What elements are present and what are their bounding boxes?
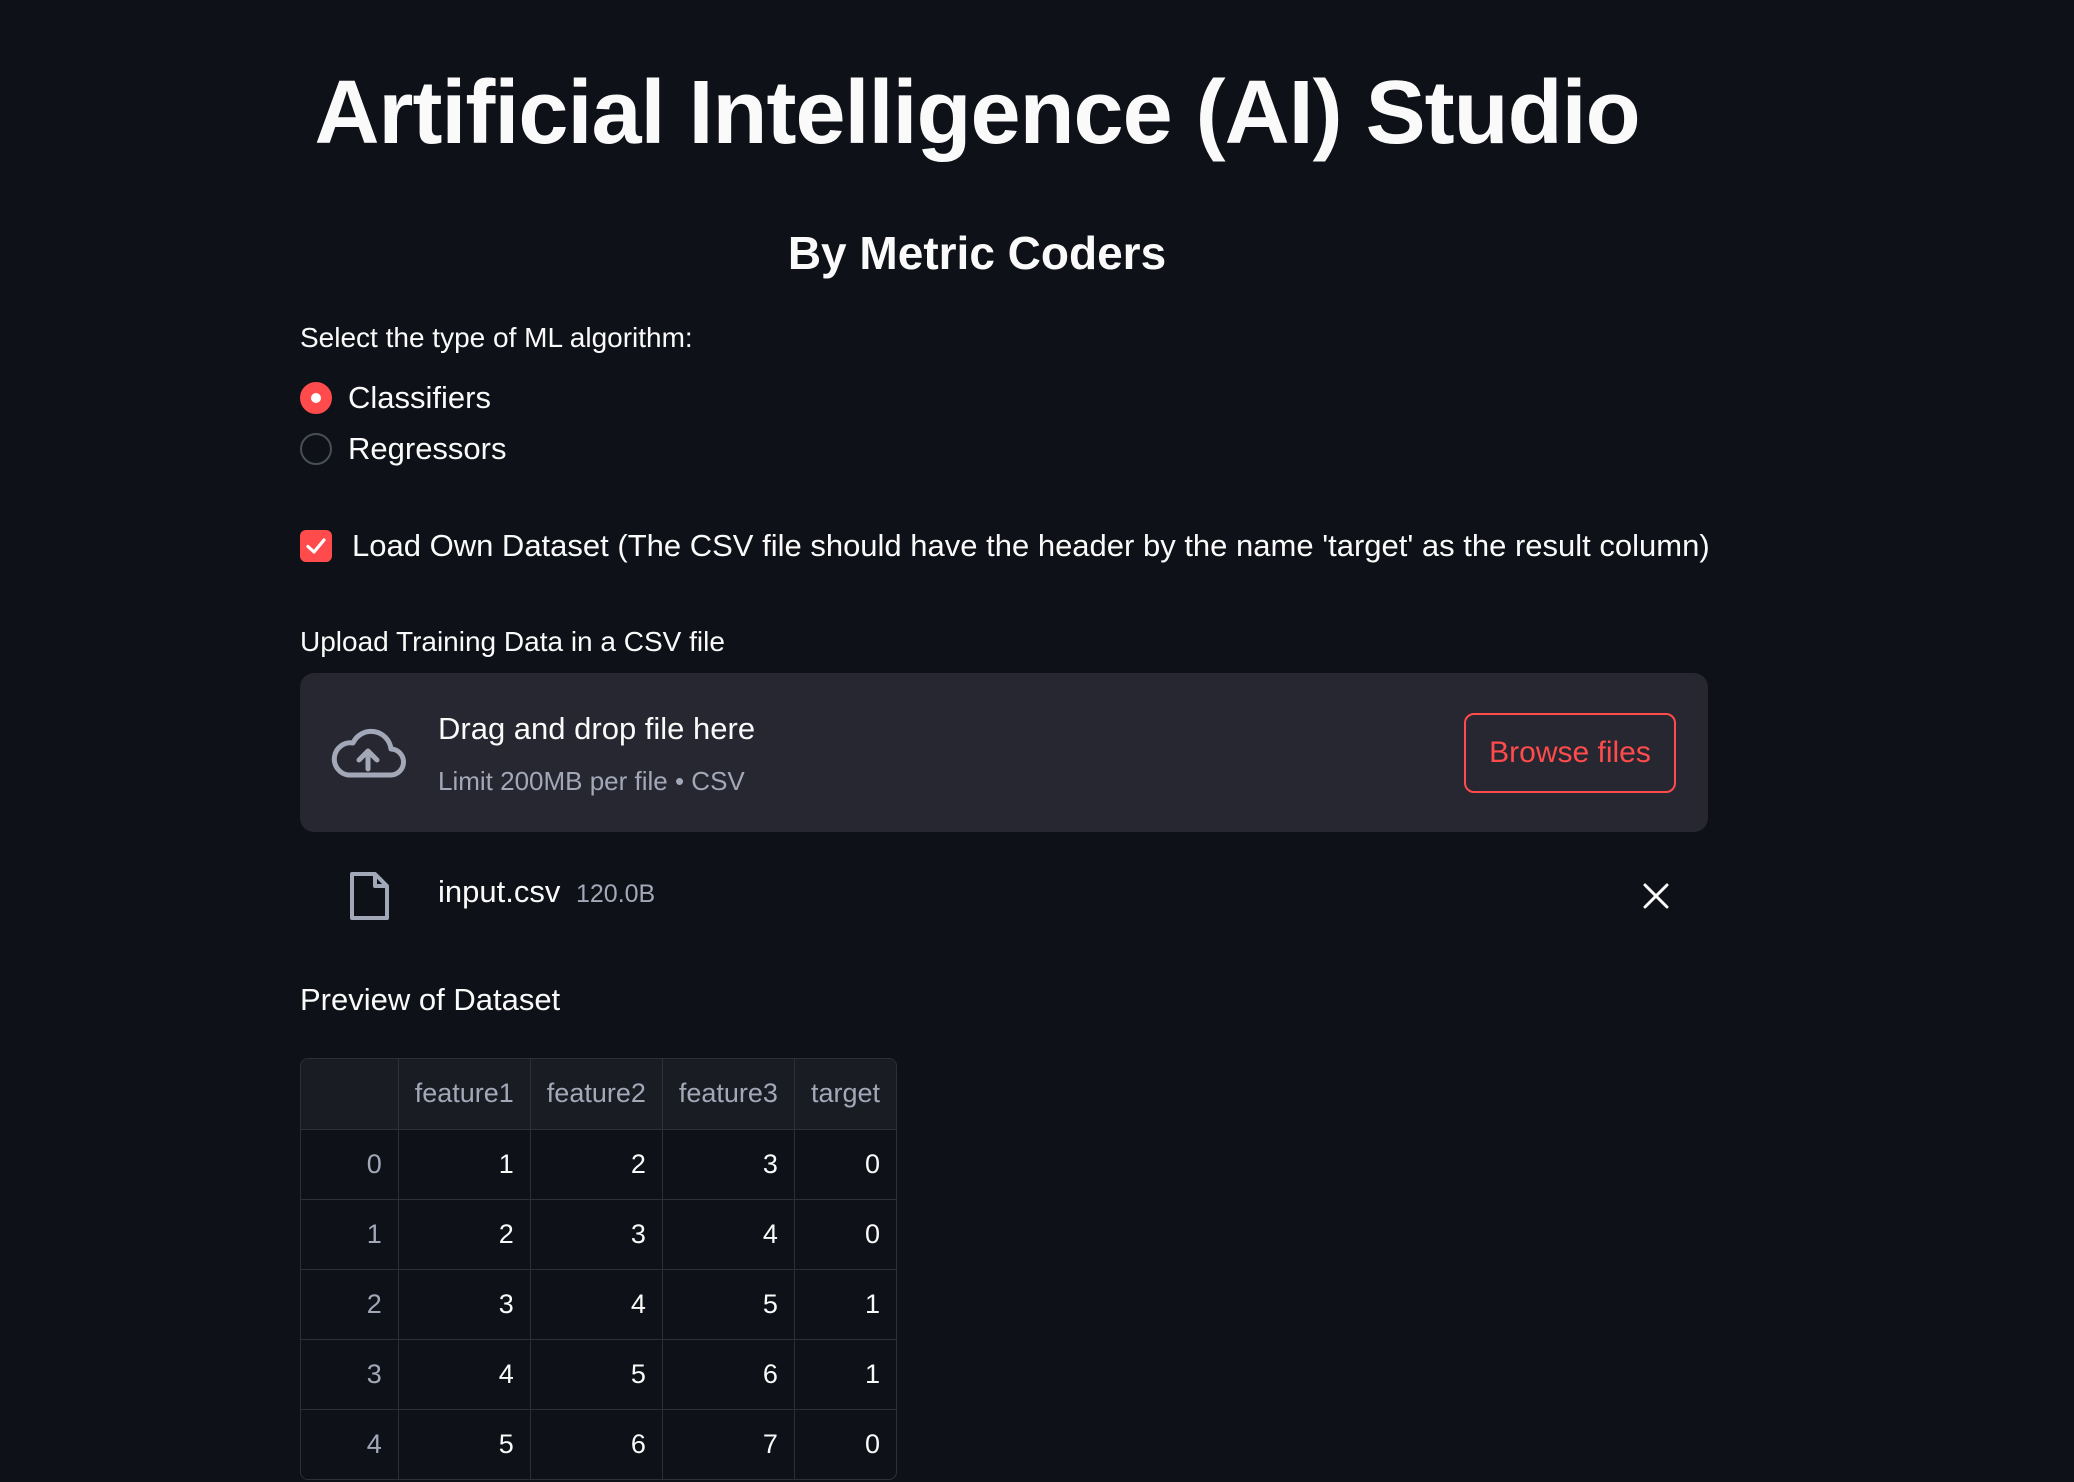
- uploaded-file-size: 120.0B: [576, 880, 656, 908]
- dropzone-limit-text: Limit 200MB per file • CSV: [438, 766, 745, 796]
- table-cell[interactable]: 4: [661, 1198, 795, 1270]
- row-index: 3: [301, 1338, 399, 1410]
- uploaded-file-name: input.csv: [438, 874, 561, 909]
- table-header-row: feature1 feature2 feature3 target: [301, 1059, 896, 1130]
- preview-title: Preview of Dataset: [300, 982, 561, 1017]
- browse-files-button[interactable]: Browse files: [1464, 713, 1676, 793]
- table-cell[interactable]: 4: [397, 1338, 531, 1410]
- table-row: 4 5 6 7 0: [301, 1408, 896, 1479]
- load-own-dataset-label: Load Own Dataset (The CSV file should ha…: [352, 528, 1710, 563]
- column-header[interactable]: feature3: [661, 1059, 795, 1130]
- row-index: 2: [301, 1268, 399, 1340]
- file-icon: [350, 872, 389, 920]
- radio-button-selected[interactable]: [300, 382, 332, 414]
- upload-label: Upload Training Data in a CSV file: [300, 626, 725, 657]
- row-index: 1: [301, 1198, 399, 1270]
- table-row: 1 2 3 4 0: [301, 1198, 896, 1270]
- column-header[interactable]: [301, 1059, 399, 1130]
- radio-option-regressors[interactable]: Regressors: [300, 431, 507, 467]
- table-cell[interactable]: 1: [793, 1338, 896, 1410]
- app-page: Artificial Intelligence (AI) Studio By M…: [0, 0, 2074, 1482]
- table-row: 0 1 2 3 0: [301, 1128, 896, 1200]
- table-cell[interactable]: 2: [397, 1198, 531, 1270]
- table-cell[interactable]: 2: [529, 1128, 663, 1200]
- radio-option-label: Classifiers: [348, 380, 491, 415]
- table-cell[interactable]: 0: [793, 1198, 896, 1270]
- row-index: 4: [301, 1408, 399, 1479]
- table-cell[interactable]: 5: [661, 1268, 795, 1340]
- table-row: 2 3 4 5 1: [301, 1268, 896, 1340]
- table-cell[interactable]: 3: [529, 1198, 663, 1270]
- page-subtitle: By Metric Coders: [787, 227, 1167, 279]
- table-cell[interactable]: 7: [661, 1408, 795, 1479]
- table-cell[interactable]: 5: [397, 1408, 531, 1479]
- table-cell[interactable]: 0: [793, 1408, 896, 1479]
- row-index: 0: [301, 1128, 399, 1200]
- load-own-dataset-checkbox-row[interactable]: Load Own Dataset (The CSV file should ha…: [300, 528, 1710, 564]
- column-header[interactable]: feature2: [529, 1059, 663, 1130]
- radio-option-classifiers[interactable]: Classifiers: [300, 380, 491, 416]
- dropzone-title: Drag and drop file here: [438, 711, 756, 746]
- table-cell[interactable]: 5: [529, 1338, 663, 1410]
- page-title: Artificial Intelligence (AI) Studio: [314, 63, 1640, 163]
- radio-button[interactable]: [300, 433, 332, 465]
- table-cell[interactable]: 3: [397, 1268, 531, 1340]
- file-dropzone[interactable]: Drag and drop file here Limit 200MB per …: [300, 673, 1708, 832]
- table-cell[interactable]: 1: [397, 1128, 531, 1200]
- table-cell[interactable]: 6: [661, 1338, 795, 1410]
- table-cell[interactable]: 6: [529, 1408, 663, 1479]
- table-cell[interactable]: 4: [529, 1268, 663, 1340]
- algorithm-radio-label: Select the type of ML algorithm:: [300, 322, 693, 353]
- load-own-dataset-checkbox[interactable]: [300, 530, 332, 562]
- dataset-preview-table[interactable]: feature1 feature2 feature3 target 0 1 2 …: [300, 1058, 897, 1480]
- checkmark-icon: [306, 538, 326, 554]
- cloud-upload-icon: [331, 728, 406, 778]
- remove-file-close-icon[interactable]: [1640, 880, 1672, 912]
- column-header[interactable]: feature1: [397, 1059, 531, 1130]
- table-cell[interactable]: 3: [661, 1128, 795, 1200]
- table-row: 3 4 5 6 1: [301, 1338, 896, 1410]
- radio-option-label: Regressors: [348, 431, 507, 466]
- table-cell[interactable]: 0: [793, 1128, 896, 1200]
- column-header[interactable]: target: [793, 1059, 896, 1130]
- table-cell[interactable]: 1: [793, 1268, 896, 1340]
